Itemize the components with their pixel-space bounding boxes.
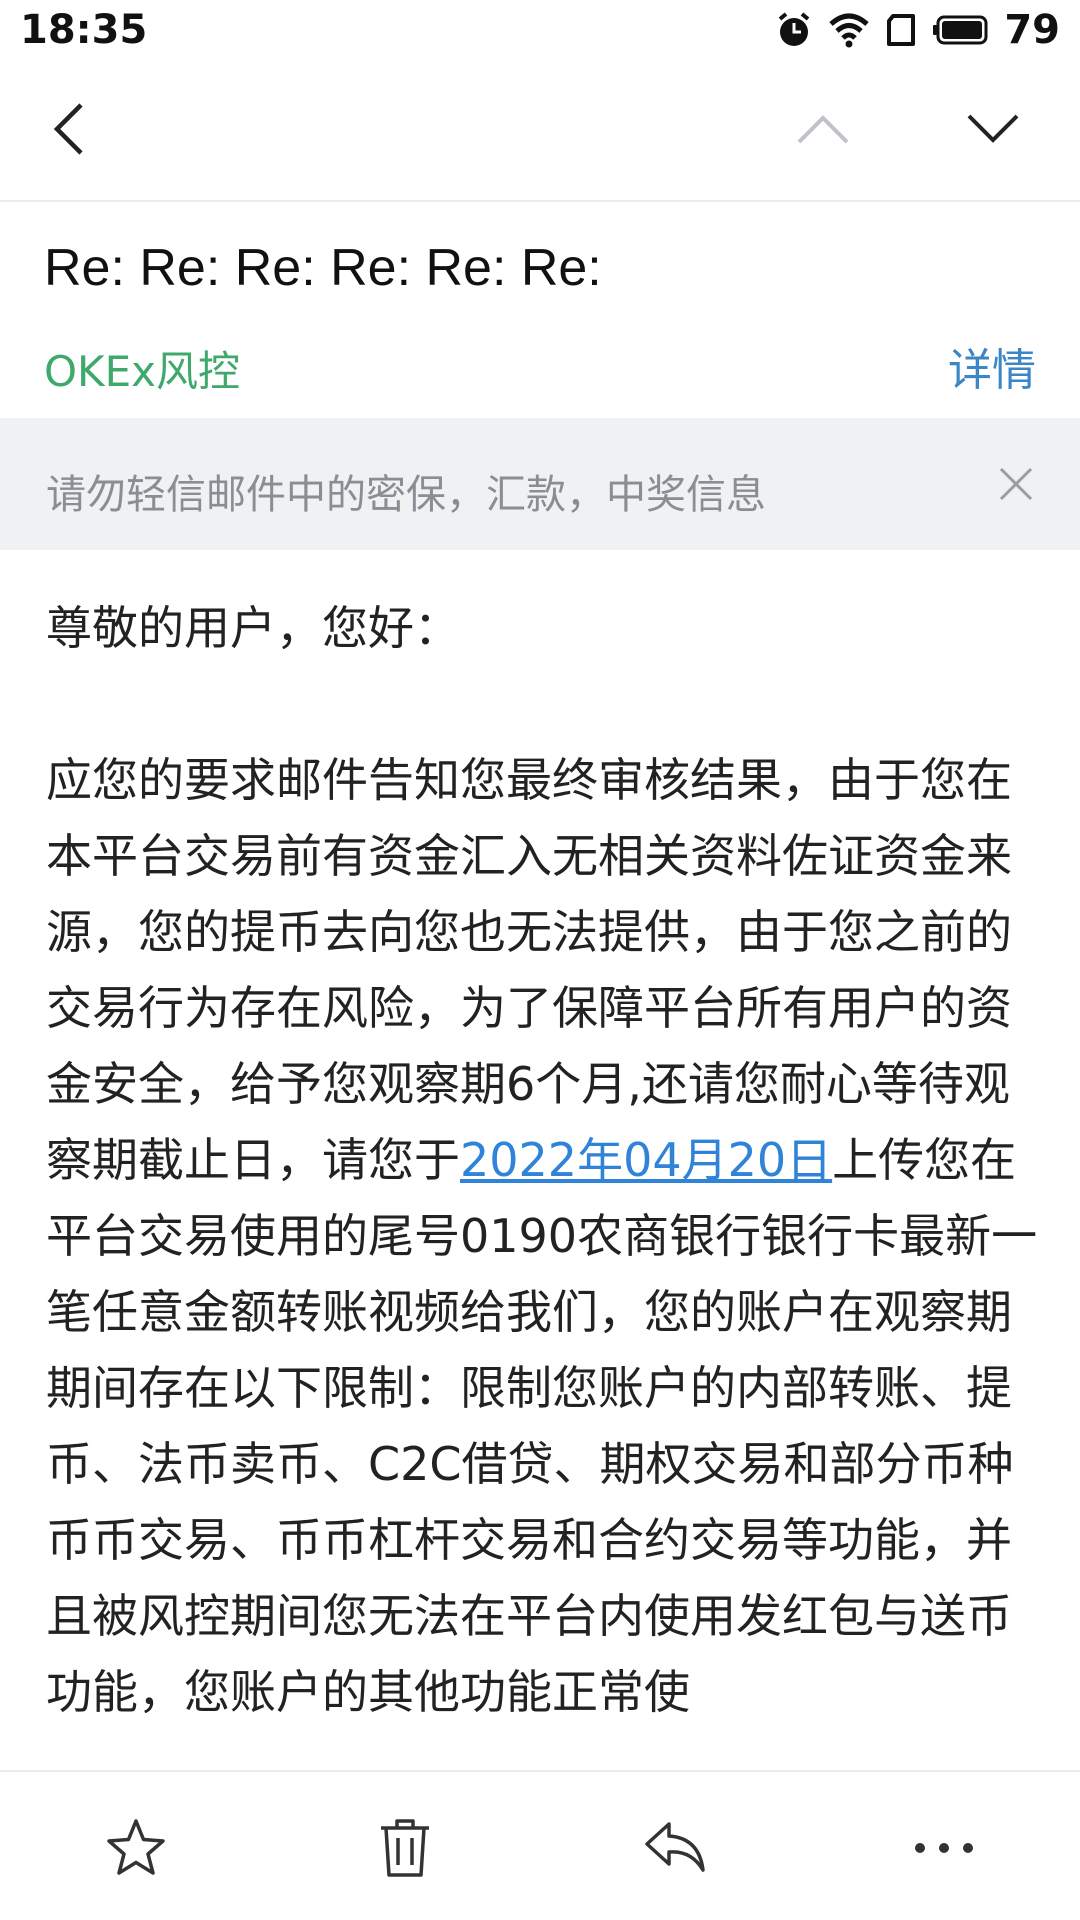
warning-close-button[interactable] bbox=[988, 456, 1044, 512]
reply-button[interactable] bbox=[635, 1808, 715, 1888]
back-button[interactable] bbox=[34, 94, 104, 164]
battery-icon bbox=[932, 14, 990, 46]
delete-button[interactable] bbox=[365, 1808, 445, 1888]
chevron-down-icon bbox=[967, 114, 1019, 143]
status-icons: 79 bbox=[774, 7, 1060, 53]
more-icon bbox=[915, 1843, 973, 1853]
body-text-part2: 上传您在平台交易使用的尾号0190农商银行银行卡最新一笔任意金额转账视频给我们，… bbox=[46, 1133, 1038, 1719]
date-link[interactable]: 2022年04月20日 bbox=[460, 1133, 832, 1187]
wifi-icon bbox=[828, 12, 870, 48]
sim-icon bbox=[884, 13, 918, 47]
body-text-part1: 应您的要求邮件告知您最终审核结果，由于您在本平台交易前有资金汇入无相关资料佐证资… bbox=[46, 753, 1012, 1187]
next-email-button[interactable] bbox=[958, 94, 1028, 164]
email-greeting: 尊敬的用户，您好： bbox=[46, 601, 460, 655]
battery-level: 79 bbox=[1004, 7, 1060, 53]
status-bar: 18:35 79 bbox=[0, 0, 1080, 60]
star-button[interactable] bbox=[96, 1808, 176, 1888]
email-paragraph: 应您的要求邮件告知您最终审核结果，由于您在本平台交易前有资金汇入无相关资料佐证资… bbox=[46, 742, 1046, 1730]
email-body: 尊敬的用户，您好： 应您的要求邮件告知您最终审核结果，由于您在本平台交易前有资金… bbox=[46, 590, 1046, 1770]
chevron-up-icon bbox=[797, 115, 849, 144]
star-icon bbox=[107, 1819, 165, 1875]
status-time: 18:35 bbox=[20, 7, 148, 53]
email-subject: Re: Re: Re: Re: Re: Re: bbox=[44, 239, 602, 297]
previous-email-button[interactable] bbox=[788, 94, 858, 164]
back-chevron-icon bbox=[53, 103, 83, 155]
trash-icon bbox=[381, 1819, 429, 1877]
close-icon bbox=[999, 467, 1033, 501]
warning-text: 请勿轻信邮件中的密保，汇款，中奖信息 bbox=[46, 472, 766, 518]
more-button[interactable] bbox=[904, 1808, 984, 1888]
alarm-icon bbox=[774, 10, 814, 50]
sender-name[interactable]: OKEx风控 bbox=[44, 338, 240, 399]
details-link[interactable]: 详情 bbox=[948, 334, 1036, 398]
reply-icon bbox=[645, 1822, 705, 1872]
nav-bar bbox=[0, 60, 1080, 202]
warning-banner: 请勿轻信邮件中的密保，汇款，中奖信息 bbox=[0, 418, 1080, 550]
bottom-toolbar bbox=[0, 1770, 1080, 1920]
